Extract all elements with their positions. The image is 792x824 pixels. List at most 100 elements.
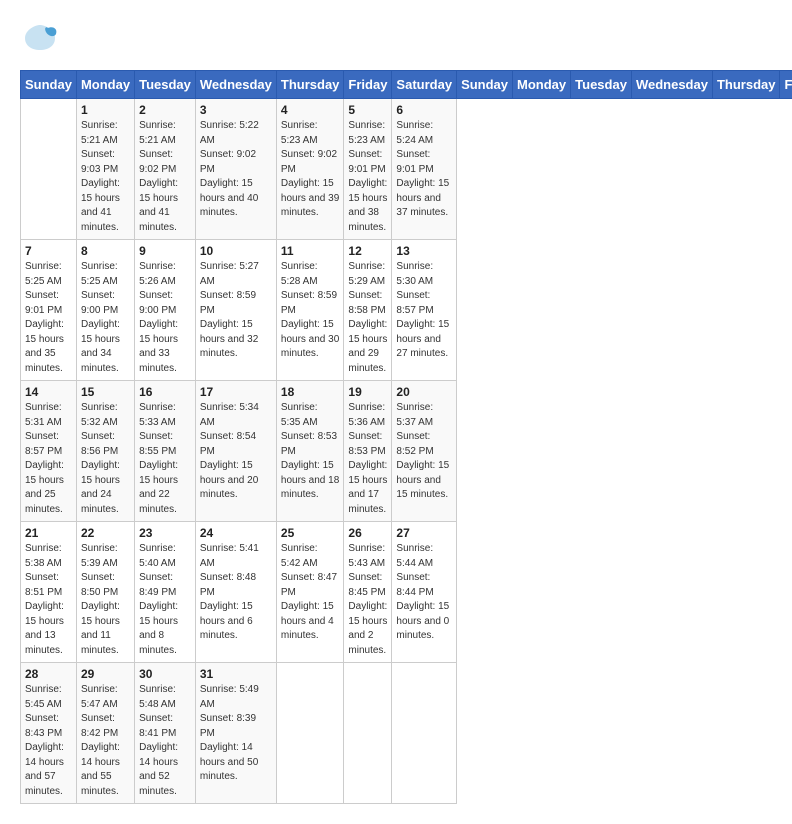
header-wednesday: Wednesday	[195, 71, 276, 99]
header-saturday: Saturday	[392, 71, 457, 99]
day-number: 11	[281, 244, 340, 258]
calendar-cell: 16 Sunrise: 5:33 AMSunset: 8:55 PMDayligh…	[135, 381, 196, 522]
day-number: 19	[348, 385, 387, 399]
calendar-cell: 22Sunrise: 5:39 AMSunset: 8:50 PMDayligh…	[76, 522, 134, 663]
day-number: 12	[348, 244, 387, 258]
day-info: Sunrise: 5:47 AMSunset: 8:42 PMDaylight:…	[81, 683, 130, 799]
day-number: 20	[396, 385, 452, 399]
day-number: 26	[348, 526, 387, 540]
day-number: 7	[25, 244, 72, 258]
day-number: 13	[396, 244, 452, 258]
day-info: Sunrise: 5:36 AMSunset: 8:53 PMDaylight:…	[348, 401, 387, 517]
day-number: 18	[281, 385, 340, 399]
day-info: Sunrise: 5:37 AMSunset: 8:52 PMDaylight:…	[396, 401, 452, 503]
day-number: 29	[81, 667, 130, 681]
col-header-friday: Friday	[780, 71, 792, 99]
page-header	[20, 20, 772, 60]
calendar-cell: 5 Sunrise: 5:23 AMSunset: 9:01 PMDaylight…	[344, 99, 392, 240]
calendar-cell	[276, 663, 344, 804]
day-info: Sunrise: 5:39 AMSunset: 8:50 PMDaylight:…	[81, 542, 130, 658]
calendar-cell: 20 Sunrise: 5:37 AMSunset: 8:52 PMDayligh…	[392, 381, 457, 522]
day-info: Sunrise: 5:28 AMSunset: 8:59 PMDaylight:…	[281, 260, 340, 362]
calendar-week-5: 28 Sunrise: 5:45 AMSunset: 8:43 PMDayligh…	[21, 663, 792, 804]
col-header-sunday: Sunday	[457, 71, 513, 99]
calendar-cell	[21, 99, 77, 240]
day-info: Sunrise: 5:25 AMSunset: 9:00 PMDaylight:…	[81, 260, 130, 376]
header-friday: Friday	[344, 71, 392, 99]
col-header-wednesday: Wednesday	[631, 71, 712, 99]
col-header-monday: Monday	[513, 71, 571, 99]
calendar-week-3: 14Sunrise: 5:31 AMSunset: 8:57 PMDayligh…	[21, 381, 792, 522]
calendar-cell: 6 Sunrise: 5:24 AMSunset: 9:01 PMDaylight…	[392, 99, 457, 240]
day-number: 30	[139, 667, 191, 681]
calendar-header-row: SundayMondayTuesdayWednesdayThursdayFrid…	[21, 71, 792, 99]
calendar-table: SundayMondayTuesdayWednesdayThursdayFrid…	[20, 70, 792, 804]
header-monday: Monday	[76, 71, 134, 99]
calendar-cell: 9Sunrise: 5:26 AMSunset: 9:00 PMDaylight…	[135, 240, 196, 381]
day-info: Sunrise: 5:32 AMSunset: 8:56 PMDaylight:…	[81, 401, 130, 517]
header-thursday: Thursday	[276, 71, 344, 99]
day-info: Sunrise: 5:48 AMSunset: 8:41 PMDaylight:…	[139, 683, 191, 799]
calendar-cell: 23Sunrise: 5:40 AMSunset: 8:49 PMDayligh…	[135, 522, 196, 663]
day-info: Sunrise: 5:45 AMSunset: 8:43 PMDaylight:…	[25, 683, 72, 799]
day-info: Sunrise: 5:33 AMSunset: 8:55 PMDaylight:…	[139, 401, 191, 517]
calendar-cell: 1Sunrise: 5:21 AMSunset: 9:03 PMDaylight…	[76, 99, 134, 240]
calendar-cell: 21 Sunrise: 5:38 AMSunset: 8:51 PMDayligh…	[21, 522, 77, 663]
day-info: Sunrise: 5:21 AMSunset: 9:02 PMDaylight:…	[139, 119, 191, 235]
day-number: 15	[81, 385, 130, 399]
calendar-cell: 31Sunrise: 5:49 AMSunset: 8:39 PMDayligh…	[195, 663, 276, 804]
calendar-cell: 8 Sunrise: 5:25 AMSunset: 9:00 PMDaylight…	[76, 240, 134, 381]
calendar-cell: 2 Sunrise: 5:21 AMSunset: 9:02 PMDaylight…	[135, 99, 196, 240]
calendar-cell: 7 Sunrise: 5:25 AMSunset: 9:01 PMDaylight…	[21, 240, 77, 381]
calendar-cell: 15 Sunrise: 5:32 AMSunset: 8:56 PMDayligh…	[76, 381, 134, 522]
day-number: 28	[25, 667, 72, 681]
day-number: 24	[200, 526, 272, 540]
day-info: Sunrise: 5:41 AMSunset: 8:48 PMDaylight:…	[200, 542, 272, 644]
calendar-cell: 10 Sunrise: 5:27 AMSunset: 8:59 PMDayligh…	[195, 240, 276, 381]
col-header-thursday: Thursday	[712, 71, 780, 99]
header-tuesday: Tuesday	[135, 71, 196, 99]
calendar-cell: 18 Sunrise: 5:35 AMSunset: 8:53 PMDayligh…	[276, 381, 344, 522]
day-number: 4	[281, 103, 340, 117]
col-header-tuesday: Tuesday	[571, 71, 632, 99]
calendar-cell: 13 Sunrise: 5:30 AMSunset: 8:57 PMDayligh…	[392, 240, 457, 381]
day-number: 23	[139, 526, 191, 540]
day-info: Sunrise: 5:29 AMSunset: 8:58 PMDaylight:…	[348, 260, 387, 376]
day-info: Sunrise: 5:25 AMSunset: 9:01 PMDaylight:…	[25, 260, 72, 376]
calendar-cell: 17Sunrise: 5:34 AMSunset: 8:54 PMDayligh…	[195, 381, 276, 522]
calendar-cell: 25 Sunrise: 5:42 AMSunset: 8:47 PMDayligh…	[276, 522, 344, 663]
day-info: Sunrise: 5:30 AMSunset: 8:57 PMDaylight:…	[396, 260, 452, 362]
day-info: Sunrise: 5:21 AMSunset: 9:03 PMDaylight:…	[81, 119, 130, 235]
day-number: 2	[139, 103, 191, 117]
day-info: Sunrise: 5:22 AMSunset: 9:02 PMDaylight:…	[200, 119, 272, 221]
day-number: 25	[281, 526, 340, 540]
logo-icon	[20, 20, 60, 60]
day-info: Sunrise: 5:27 AMSunset: 8:59 PMDaylight:…	[200, 260, 272, 362]
day-number: 5	[348, 103, 387, 117]
calendar-cell: 24 Sunrise: 5:41 AMSunset: 8:48 PMDayligh…	[195, 522, 276, 663]
day-info: Sunrise: 5:49 AMSunset: 8:39 PMDaylight:…	[200, 683, 272, 785]
day-info: Sunrise: 5:31 AMSunset: 8:57 PMDaylight:…	[25, 401, 72, 517]
day-info: Sunrise: 5:34 AMSunset: 8:54 PMDaylight:…	[200, 401, 272, 503]
day-info: Sunrise: 5:24 AMSunset: 9:01 PMDaylight:…	[396, 119, 452, 221]
day-info: Sunrise: 5:43 AMSunset: 8:45 PMDaylight:…	[348, 542, 387, 658]
calendar-cell: 30 Sunrise: 5:48 AMSunset: 8:41 PMDayligh…	[135, 663, 196, 804]
day-info: Sunrise: 5:42 AMSunset: 8:47 PMDaylight:…	[281, 542, 340, 644]
calendar-cell: 28 Sunrise: 5:45 AMSunset: 8:43 PMDayligh…	[21, 663, 77, 804]
calendar-cell: 12 Sunrise: 5:29 AMSunset: 8:58 PMDayligh…	[344, 240, 392, 381]
day-info: Sunrise: 5:44 AMSunset: 8:44 PMDaylight:…	[396, 542, 452, 644]
day-info: Sunrise: 5:35 AMSunset: 8:53 PMDaylight:…	[281, 401, 340, 503]
day-info: Sunrise: 5:23 AMSunset: 9:01 PMDaylight:…	[348, 119, 387, 235]
calendar-cell	[344, 663, 392, 804]
logo	[20, 20, 64, 60]
calendar-week-4: 21 Sunrise: 5:38 AMSunset: 8:51 PMDayligh…	[21, 522, 792, 663]
calendar-cell: 3Sunrise: 5:22 AMSunset: 9:02 PMDaylight…	[195, 99, 276, 240]
day-number: 6	[396, 103, 452, 117]
calendar-cell: 14Sunrise: 5:31 AMSunset: 8:57 PMDayligh…	[21, 381, 77, 522]
day-number: 21	[25, 526, 72, 540]
day-number: 10	[200, 244, 272, 258]
day-number: 8	[81, 244, 130, 258]
day-info: Sunrise: 5:38 AMSunset: 8:51 PMDaylight:…	[25, 542, 72, 658]
calendar-cell: 4Sunrise: 5:23 AMSunset: 9:02 PMDaylight…	[276, 99, 344, 240]
day-number: 16	[139, 385, 191, 399]
